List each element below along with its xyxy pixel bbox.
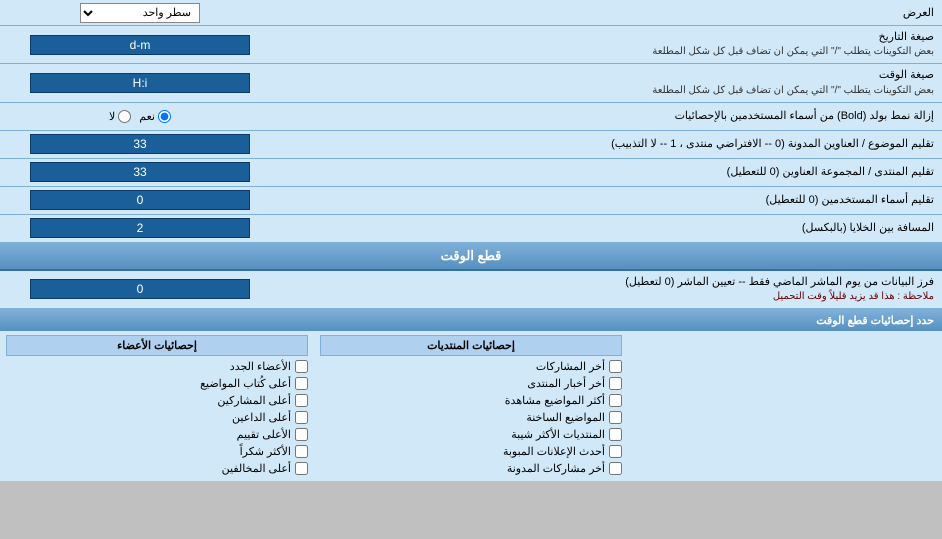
bold-yes-item: نعم [139, 110, 171, 123]
forum-stat-label-0: أخر المشاركات [536, 360, 605, 373]
forum-stat-label-5: أحدث الإعلانات المبوبة [503, 445, 605, 458]
member-stat-check-3[interactable] [295, 411, 308, 424]
display-mode-select[interactable]: سطر واحد سطرين ثلاثة أسطر [80, 3, 200, 23]
checkboxes-grid: إحصائيات المنتديات أخر المشاركات أخر أخب… [0, 331, 942, 481]
date-format-sublabel: بعض التكوينات يتطلب "/" التي يمكن ان تضا… [288, 45, 934, 59]
display-mode-row: العرض سطر واحد سطرين ثلاثة أسطر [0, 0, 942, 26]
forum-stat-check-1[interactable] [609, 377, 622, 390]
cutoff-days-input-area [0, 277, 280, 301]
forum-stat-label-6: أخر مشاركات المدونة [507, 462, 605, 475]
member-stat-check-6[interactable] [295, 462, 308, 475]
user-align-label: تقليم أسماء المستخدمين (0 للتعطيل) [280, 189, 942, 212]
forum-stat-item-0: أخر المشاركات [320, 358, 622, 375]
topic-align-input[interactable] [30, 134, 250, 154]
bold-yes-label: نعم [139, 110, 155, 123]
cutoff-days-row: فرز البيانات من يوم الماشر الماضي فقط --… [0, 271, 942, 309]
forum-stat-label-1: أخر أخبار المنتدى [527, 377, 605, 390]
cell-spacing-input[interactable] [30, 218, 250, 238]
forum-stat-check-4[interactable] [609, 428, 622, 441]
topic-align-label: تقليم الموضوع / العناوين المدونة (0 -- ا… [280, 133, 942, 156]
member-stat-check-1[interactable] [295, 377, 308, 390]
member-stat-label-1: أعلى كُتاب المواضيع [200, 377, 291, 390]
forum-stat-item-5: أحدث الإعلانات المبوبة [320, 443, 622, 460]
forum-stat-item-6: أخر مشاركات المدونة [320, 460, 622, 477]
member-stat-item-3: أعلى الداعين [6, 409, 308, 426]
display-mode-select-area: سطر واحد سطرين ثلاثة أسطر [0, 1, 280, 25]
member-stat-label-0: الأعضاء الجدد [230, 360, 291, 373]
time-format-label: صيغة الوقت بعض التكوينات يتطلب "/" التي … [280, 64, 942, 101]
user-align-input-area [0, 188, 280, 212]
date-format-label: صيغة التاريخ بعض التكوينات يتطلب "/" الت… [280, 26, 942, 63]
bold-remove-radio-area: نعم لا [0, 108, 280, 125]
member-stat-item-4: الأعلى تقييم [6, 426, 308, 443]
member-stats-header: إحصائيات الأعضاء [6, 335, 308, 356]
user-align-input[interactable] [30, 190, 250, 210]
member-stat-label-3: أعلى الداعين [232, 411, 291, 424]
forum-align-input[interactable] [30, 162, 250, 182]
forum-stats-col: إحصائيات المنتديات أخر المشاركات أخر أخب… [314, 331, 628, 481]
date-format-row: صيغة التاريخ بعض التكوينات يتطلب "/" الت… [0, 26, 942, 64]
empty-col [628, 331, 942, 481]
forum-stat-label-2: أكثر المواضيع مشاهدة [505, 394, 605, 407]
member-stat-item-2: أعلى المشاركين [6, 392, 308, 409]
forum-stat-label-4: المنتديات الأكثر شيبة [511, 428, 605, 441]
time-format-row: صيغة الوقت بعض التكوينات يتطلب "/" التي … [0, 64, 942, 102]
cutoff-days-input[interactable] [30, 279, 250, 299]
forum-stat-label-3: المواضيع الساخنة [526, 411, 605, 424]
topic-align-input-area [0, 132, 280, 156]
bold-no-radio[interactable] [118, 110, 131, 123]
checkboxes-section: حدد إحصائيات قطع الوقت إحصائيات المنتديا… [0, 309, 942, 481]
member-stat-label-5: الأكثر شكراً [240, 445, 291, 458]
forum-stat-item-2: أكثر المواضيع مشاهدة [320, 392, 622, 409]
member-stat-check-0[interactable] [295, 360, 308, 373]
member-stat-check-5[interactable] [295, 445, 308, 458]
member-stat-label-4: الأعلى تقييم [237, 428, 291, 441]
main-container: العرض سطر واحد سطرين ثلاثة أسطر صيغة الت… [0, 0, 942, 481]
cutoff-days-label: فرز البيانات من يوم الماشر الماضي فقط --… [280, 271, 942, 308]
forum-align-input-area [0, 160, 280, 184]
checkboxes-header: حدد إحصائيات قطع الوقت [0, 310, 942, 331]
forum-stats-header: إحصائيات المنتديات [320, 335, 622, 356]
forum-stat-check-5[interactable] [609, 445, 622, 458]
bold-no-item: لا [109, 110, 131, 123]
cell-spacing-label: المسافة بين الخلايا (بالبكسل) [280, 217, 942, 240]
bold-remove-row: إزالة نمط بولد (Bold) من أسماء المستخدمي… [0, 103, 942, 131]
forum-stat-item-4: المنتديات الأكثر شيبة [320, 426, 622, 443]
forum-stat-check-6[interactable] [609, 462, 622, 475]
time-format-input[interactable] [30, 73, 250, 93]
forum-align-row: تقليم المنتدى / المجموعة العناوين (0 للت… [0, 159, 942, 187]
member-stat-check-2[interactable] [295, 394, 308, 407]
member-stats-col: إحصائيات الأعضاء الأعضاء الجدد أعلى كُتا… [0, 331, 314, 481]
topic-align-row: تقليم الموضوع / العناوين المدونة (0 -- ا… [0, 131, 942, 159]
date-format-input[interactable] [30, 35, 250, 55]
cutoff-section-header: قطع الوقت [0, 243, 942, 271]
member-stat-item-0: الأعضاء الجدد [6, 358, 308, 375]
member-stat-item-5: الأكثر شكراً [6, 443, 308, 460]
member-stat-item-6: أعلى المخالفين [6, 460, 308, 477]
bold-no-label: لا [109, 110, 115, 123]
bold-remove-label: إزالة نمط بولد (Bold) من أسماء المستخدمي… [280, 105, 942, 128]
bold-remove-radio-group: نعم لا [109, 110, 171, 123]
forum-align-label: تقليم المنتدى / المجموعة العناوين (0 للت… [280, 161, 942, 184]
member-stat-label-2: أعلى المشاركين [217, 394, 291, 407]
member-stat-item-1: أعلى كُتاب المواضيع [6, 375, 308, 392]
time-format-sublabel: بعض التكوينات يتطلب "/" التي يمكن ان تضا… [288, 84, 934, 98]
forum-stat-check-2[interactable] [609, 394, 622, 407]
bold-yes-radio[interactable] [158, 110, 171, 123]
member-stat-check-4[interactable] [295, 428, 308, 441]
cell-spacing-row: المسافة بين الخلايا (بالبكسل) [0, 215, 942, 243]
forum-stat-check-3[interactable] [609, 411, 622, 424]
forum-stat-item-3: المواضيع الساخنة [320, 409, 622, 426]
cell-spacing-input-area [0, 216, 280, 240]
user-align-row: تقليم أسماء المستخدمين (0 للتعطيل) [0, 187, 942, 215]
cutoff-note: ملاحظة : هذا قد يزيد قليلاً وقت التحميل [288, 290, 934, 304]
date-format-input-area [0, 33, 280, 57]
time-format-input-area [0, 71, 280, 95]
member-stat-label-6: أعلى المخالفين [222, 462, 291, 475]
forum-stat-item-1: أخر أخبار المنتدى [320, 375, 622, 392]
forum-stat-check-0[interactable] [609, 360, 622, 373]
display-mode-label: العرض [280, 3, 942, 22]
